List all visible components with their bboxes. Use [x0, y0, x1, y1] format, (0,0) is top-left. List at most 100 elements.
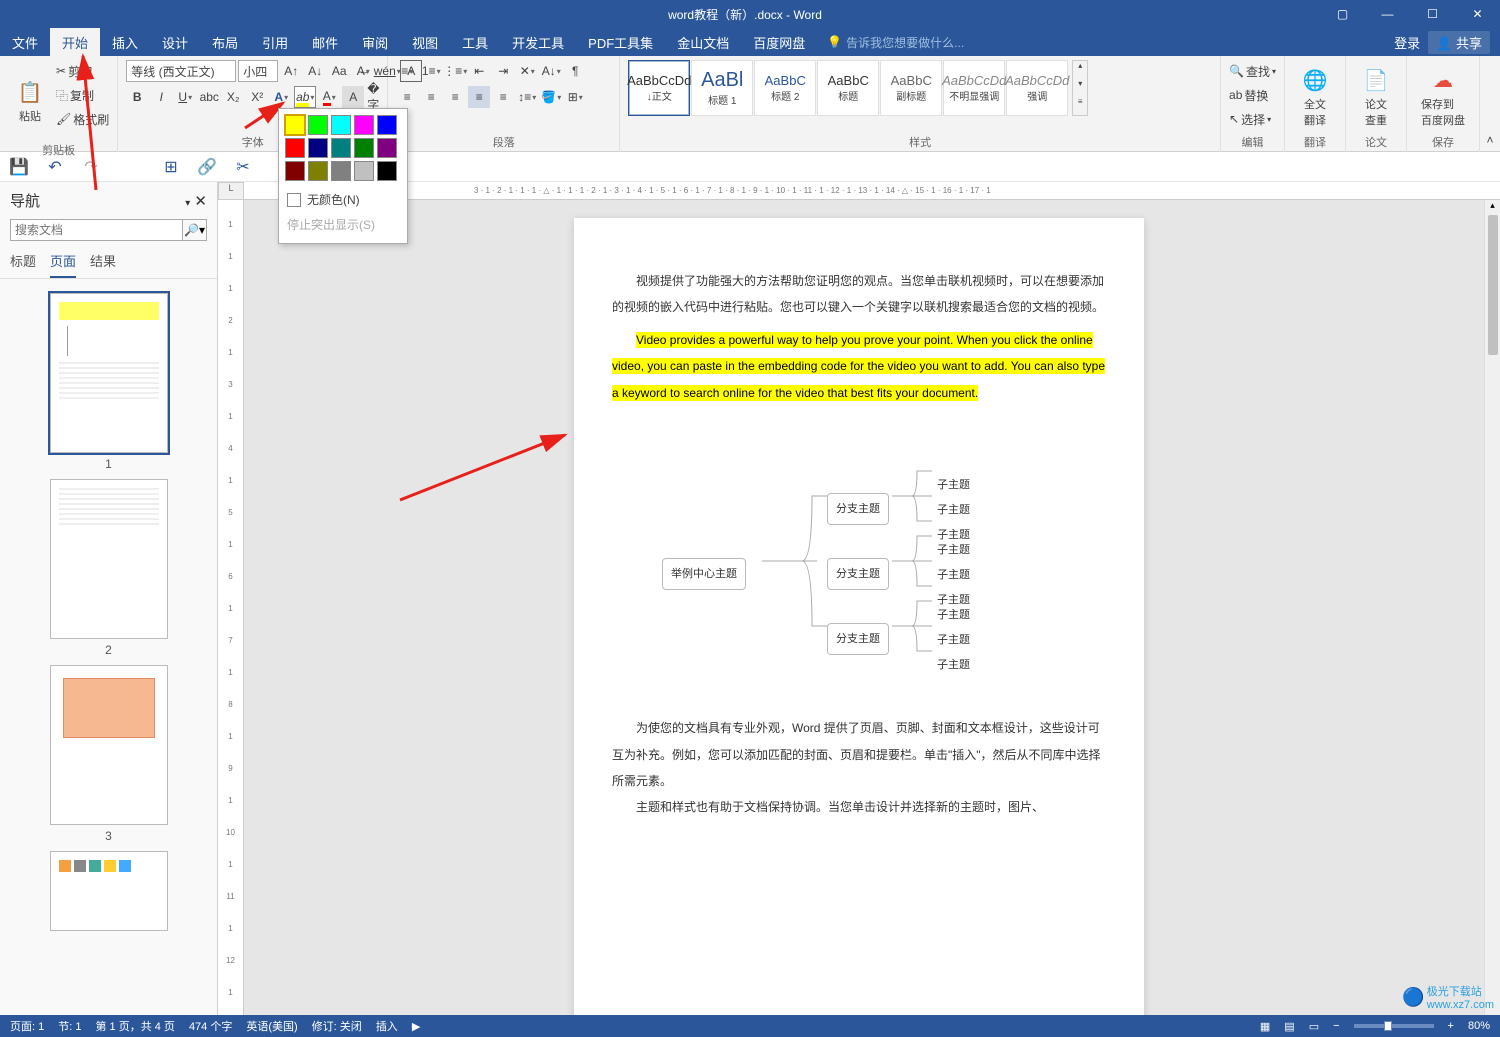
- save-baidu-button[interactable]: ☁保存到 百度网盘: [1415, 60, 1471, 132]
- style-heading1[interactable]: AaBl标题 1: [691, 60, 753, 116]
- status-word-count[interactable]: 474 个字: [189, 1018, 232, 1034]
- translate-button[interactable]: 🌐全文 翻译: [1293, 60, 1337, 132]
- text-effects-icon[interactable]: A: [270, 86, 292, 108]
- highlight-color-button[interactable]: ab: [294, 86, 316, 108]
- zoom-in-icon[interactable]: +: [1448, 1020, 1454, 1032]
- nav-tab-results[interactable]: 结果: [90, 251, 116, 278]
- collapse-ribbon-icon[interactable]: ˄: [1480, 56, 1500, 151]
- color-darkgreen[interactable]: [354, 138, 374, 158]
- multilevel-list-icon[interactable]: ⋮≡: [444, 60, 466, 82]
- minimize-icon[interactable]: —: [1365, 0, 1410, 28]
- tell-me-search[interactable]: 💡告诉我您想要做什么...: [827, 34, 964, 51]
- menu-view[interactable]: 视图: [400, 28, 450, 56]
- thumb-page-1[interactable]: [50, 293, 168, 453]
- color-yellow[interactable]: [285, 115, 305, 135]
- asian-layout-icon[interactable]: ✕: [516, 60, 538, 82]
- font-color-icon[interactable]: A: [318, 86, 340, 108]
- menu-tools[interactable]: 工具: [450, 28, 500, 56]
- view-web-icon[interactable]: ▭: [1309, 1020, 1319, 1033]
- copy-button[interactable]: ⿻ 复制: [56, 84, 109, 106]
- qat-scissors-icon[interactable]: ✂: [232, 156, 254, 178]
- bold-icon[interactable]: B: [126, 86, 148, 108]
- increase-indent-icon[interactable]: ⇥: [492, 60, 514, 82]
- color-magenta[interactable]: [354, 115, 374, 135]
- decrease-font-icon[interactable]: A↓: [304, 60, 326, 82]
- nav-tab-pages[interactable]: 页面: [50, 251, 76, 278]
- scroll-up-icon[interactable]: ▴: [1485, 200, 1500, 211]
- nav-dropdown-icon[interactable]: ▾: [185, 198, 190, 209]
- status-macro-icon[interactable]: ▶: [412, 1020, 420, 1033]
- zoom-slider[interactable]: [1354, 1024, 1434, 1028]
- menu-references[interactable]: 引用: [250, 28, 300, 56]
- font-name-combo[interactable]: 等线 (西文正文): [126, 60, 236, 82]
- zoom-level[interactable]: 80%: [1468, 1020, 1490, 1032]
- menu-file[interactable]: 文件: [0, 28, 50, 56]
- login-link[interactable]: 登录: [1394, 33, 1420, 52]
- nav-search-go-icon[interactable]: 🔎▾: [183, 219, 207, 241]
- font-size-combo[interactable]: 小四: [238, 60, 278, 82]
- color-blue[interactable]: [377, 115, 397, 135]
- enclosed-char-icon[interactable]: �字: [366, 86, 388, 108]
- sort-icon[interactable]: A↓: [540, 60, 562, 82]
- color-purple[interactable]: [377, 138, 397, 158]
- status-page-count[interactable]: 第 1 页，共 4 页: [95, 1018, 174, 1034]
- color-cyan[interactable]: [331, 115, 351, 135]
- status-section[interactable]: 节: 1: [58, 1018, 81, 1034]
- status-language[interactable]: 英语(美国): [246, 1018, 297, 1034]
- paste-button[interactable]: 📋 粘贴: [8, 60, 52, 140]
- color-silver[interactable]: [354, 161, 374, 181]
- view-print-icon[interactable]: ▤: [1284, 1020, 1294, 1033]
- ruler-vertical[interactable]: 1112131415161718191101111121131141151161…: [218, 200, 244, 1015]
- qat-layout-icon[interactable]: ⊞: [160, 156, 182, 178]
- select-button[interactable]: ↖ 选择 ▾: [1229, 108, 1271, 130]
- ribbon-display-options-icon[interactable]: ▢: [1320, 0, 1365, 28]
- subscript-icon[interactable]: X₂: [222, 86, 244, 108]
- justify-icon[interactable]: ≡: [468, 86, 490, 108]
- zoom-out-icon[interactable]: −: [1333, 1020, 1339, 1032]
- thumb-page-3[interactable]: [50, 665, 168, 825]
- qat-link-icon[interactable]: 🔗: [196, 156, 218, 178]
- strikethrough-icon[interactable]: abc: [198, 86, 220, 108]
- style-subtitle[interactable]: AaBbC副标题: [880, 60, 942, 116]
- decrease-indent-icon[interactable]: ⇤: [468, 60, 490, 82]
- view-read-icon[interactable]: ▦: [1260, 1020, 1270, 1033]
- color-maroon[interactable]: [285, 161, 305, 181]
- style-gallery[interactable]: AaBbCcDd↓正文 AaBl标题 1 AaBbC标题 2 AaBbC标题 A…: [628, 60, 1068, 116]
- style-scroll-up-icon[interactable]: ▴: [1073, 61, 1087, 79]
- menu-baidu[interactable]: 百度网盘: [741, 28, 817, 56]
- undo-icon[interactable]: ↶: [44, 156, 66, 178]
- line-spacing-icon[interactable]: ↕≡: [516, 86, 538, 108]
- redo-icon[interactable]: ↷: [80, 156, 102, 178]
- menu-mailings[interactable]: 邮件: [300, 28, 350, 56]
- save-icon[interactable]: 💾: [8, 156, 30, 178]
- char-shading-icon[interactable]: A: [342, 86, 364, 108]
- color-gray[interactable]: [331, 161, 351, 181]
- share-button[interactable]: 👤 共享: [1428, 31, 1490, 54]
- italic-icon[interactable]: I: [150, 86, 172, 108]
- align-right-icon[interactable]: ≡: [444, 86, 466, 108]
- paper-check-button[interactable]: 📄论文 查重: [1354, 60, 1398, 132]
- style-normal[interactable]: AaBbCcDd↓正文: [628, 60, 690, 116]
- clear-format-icon[interactable]: A̶: [352, 60, 374, 82]
- shading-icon[interactable]: 🪣: [540, 86, 562, 108]
- no-color-item[interactable]: 无颜色(N): [285, 187, 401, 212]
- nav-search-input[interactable]: [10, 219, 183, 241]
- cut-button[interactable]: ✂ 剪切: [56, 60, 109, 82]
- nav-tab-headings[interactable]: 标题: [10, 251, 36, 278]
- thumb-page-4[interactable]: [50, 851, 168, 931]
- color-green[interactable]: [308, 115, 328, 135]
- bullets-icon[interactable]: ≡: [396, 60, 418, 82]
- menu-home[interactable]: 开始: [50, 28, 100, 56]
- numbering-icon[interactable]: 1≡: [420, 60, 442, 82]
- align-center-icon[interactable]: ≡: [420, 86, 442, 108]
- color-black[interactable]: [377, 161, 397, 181]
- increase-font-icon[interactable]: A↑: [280, 60, 302, 82]
- ruler-horizontal[interactable]: 3 · 1 · 2 · 1 · 1 · 1 · △ · 1 · 1 · 1 · …: [244, 182, 1500, 200]
- show-marks-icon[interactable]: ¶: [564, 60, 586, 82]
- style-scroll-down-icon[interactable]: ▾: [1073, 79, 1087, 97]
- menu-jinshan[interactable]: 金山文档: [665, 28, 741, 56]
- status-track-changes[interactable]: 修订: 关闭: [312, 1018, 362, 1034]
- nav-close-icon[interactable]: ✕: [194, 193, 207, 210]
- style-more-icon[interactable]: ≡: [1073, 97, 1087, 115]
- style-emphasis[interactable]: AaBbCcDd强调: [1006, 60, 1068, 116]
